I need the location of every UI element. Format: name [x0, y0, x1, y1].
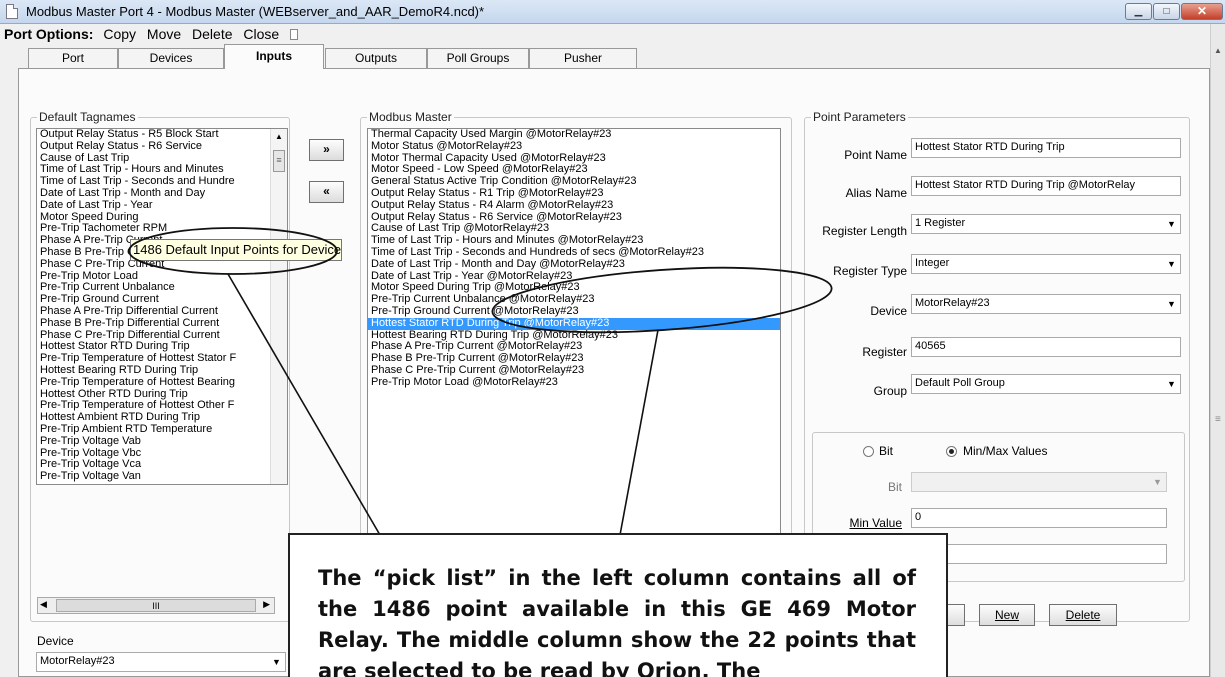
explanation-callout: The “pick list” in the left column conta… — [288, 533, 948, 677]
list-highlight-ellipse — [491, 266, 833, 334]
callout-pointer-left — [227, 273, 381, 536]
tab-inputs[interactable]: Inputs — [224, 44, 324, 69]
tooltip-highlight-ellipse — [128, 227, 338, 275]
callout-pointer-right — [619, 329, 659, 536]
